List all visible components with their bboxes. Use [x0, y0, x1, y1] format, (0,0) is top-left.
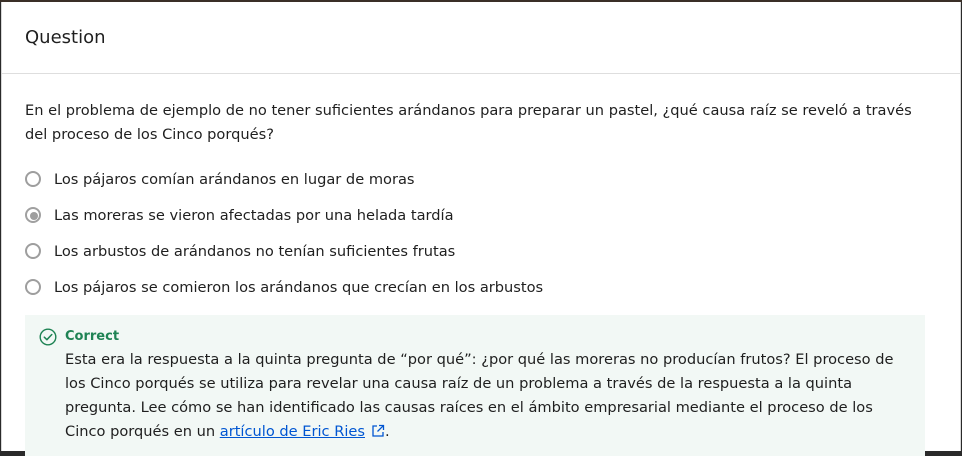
- feedback-status: Correct: [65, 329, 120, 344]
- feedback-text-main: Esta era la respuesta a la quinta pregun…: [65, 351, 894, 440]
- option-4[interactable]: Los pájaros se comieron los arándanos qu…: [25, 269, 937, 305]
- radio-button-3[interactable]: [25, 243, 41, 259]
- option-2[interactable]: Las moreras se vieron afectadas por una …: [25, 197, 937, 233]
- question-text: En el problema de ejemplo de no tener su…: [25, 102, 912, 143]
- feedback-text-end: .: [384, 423, 390, 440]
- header-title: Question: [25, 27, 106, 48]
- option-1[interactable]: Los pájaros comían arándanos en lugar de…: [25, 161, 937, 197]
- radio-button-2[interactable]: [25, 207, 41, 223]
- option-3[interactable]: Los arbustos de arándanos no tenían sufi…: [25, 233, 937, 269]
- link-text: artículo de Eric Ries: [219, 423, 365, 440]
- feedback-text: Esta era la respuesta a la quinta pregun…: [65, 348, 911, 444]
- question-card: Question En el problema de ejemplo de no…: [1, 2, 961, 456]
- card-header: Question: [2, 2, 960, 74]
- option-label-2: Las moreras se vieron afectadas por una …: [54, 206, 454, 224]
- eric-ries-article-link[interactable]: artículo de Eric Ries: [220, 423, 385, 440]
- radio-button-1[interactable]: [25, 171, 41, 187]
- card-body: En el problema de ejemplo de no tener su…: [2, 74, 960, 456]
- radio-button-4[interactable]: [25, 279, 41, 295]
- option-label-4: Los pájaros se comieron los arándanos qu…: [54, 278, 544, 296]
- option-label-1: Los pájaros comían arándanos en lugar de…: [54, 170, 415, 188]
- feedback-box: Correct Esta era la respuesta a la quint…: [25, 315, 925, 456]
- check-circle-icon: [39, 328, 57, 346]
- options-list: Los pájaros comían arándanos en lugar de…: [25, 161, 937, 305]
- feedback-content: Correct Esta era la respuesta a la quint…: [65, 327, 911, 444]
- option-label-3: Los arbustos de arándanos no tenían sufi…: [54, 242, 456, 260]
- external-link-icon: [372, 424, 385, 437]
